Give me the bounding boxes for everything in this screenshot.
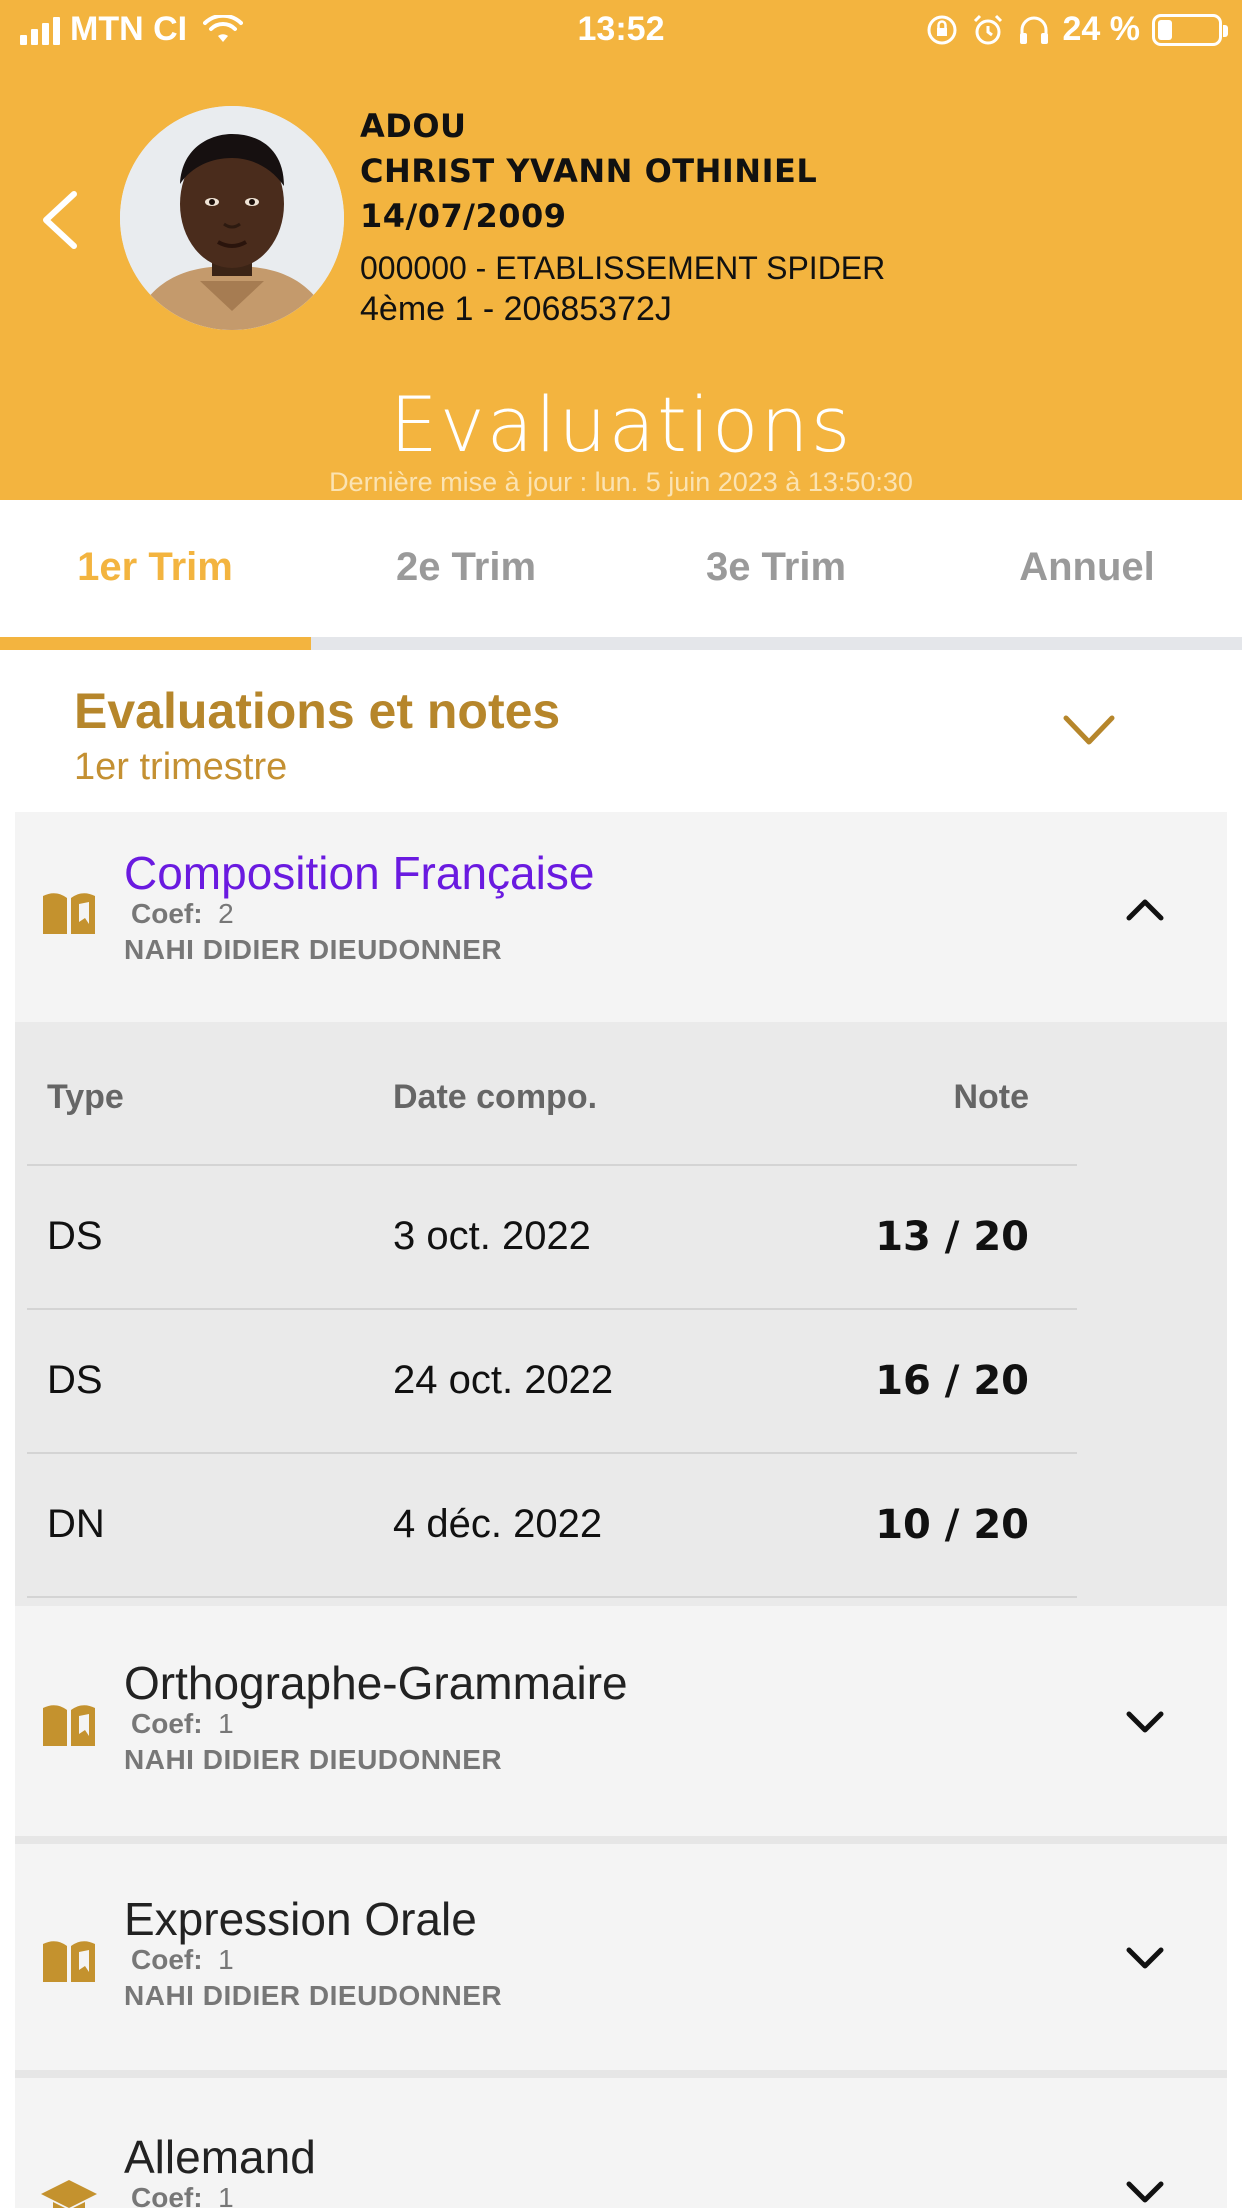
subject-teacher: NAHI DIDIER DIEUDONNER: [124, 1744, 503, 1775]
battery-icon: [1152, 13, 1228, 46]
subject-name: Allemand: [124, 2131, 316, 2183]
student-class: 4ème 1 - 20685372J: [360, 290, 672, 328]
coef-value: 1: [218, 2182, 234, 2208]
chevron-down-icon[interactable]: [1060, 710, 1118, 750]
subject-card-composition-francaise[interactable]: Composition Française Coef: 2 NAHI DIDIE…: [15, 812, 1227, 1022]
orientation-lock-icon: [927, 15, 956, 44]
section-title: Evaluations et notes: [74, 683, 561, 739]
student-profile: ADOU CHRIST YVANN OTHINIEL 14/07/2009 00…: [360, 104, 885, 329]
subject-teacher: NAHI DIDIER DIEUDONNER: [124, 934, 503, 965]
student-last-name: ADOU: [360, 107, 467, 145]
subject-coef: Coef: 1: [131, 1944, 234, 1976]
header-type: Type: [47, 1078, 124, 1116]
grade-type: DS: [47, 1214, 103, 1258]
coef-label: Coef:: [131, 1708, 203, 1739]
header-note: Note: [953, 1078, 1029, 1116]
subject-teacher: NAHI DIDIER DIEUDONNER: [124, 1980, 503, 2011]
grades-table: Type Date compo. Note DS 3 oct. 2022 13 …: [15, 1022, 1227, 1606]
grade-date: 3 oct. 2022: [393, 1214, 591, 1258]
book-icon: [43, 893, 95, 934]
subject-card-orthographe-grammaire[interactable]: Orthographe-Grammaire Coef: 1 NAHI DIDIE…: [15, 1606, 1227, 1836]
status-bar: MTN CI 13:52 24 %: [0, 0, 1242, 62]
grade-note: 13 / 20: [875, 1214, 1029, 1260]
student-first-names: CHRIST YVANN OTHINIEL: [360, 152, 818, 190]
book-icon: [43, 1705, 95, 1746]
grade-note: 10 / 20: [875, 1502, 1029, 1548]
subject-card-allemand[interactable]: Allemand Coef: 1: [15, 2078, 1227, 2208]
header-date: Date compo.: [393, 1078, 598, 1116]
tab-1er-trim[interactable]: 1er Trim: [0, 545, 310, 590]
grade-type: DS: [47, 1358, 103, 1402]
coef-value: 1: [218, 1708, 234, 1739]
coef-label: Coef:: [131, 1944, 203, 1975]
grades-header-row: Type Date compo. Note: [27, 1022, 1077, 1166]
coef-value: 1: [218, 1944, 234, 1975]
chevron-up-icon[interactable]: [1125, 896, 1165, 924]
student-birth-date: 14/07/2009: [360, 197, 567, 235]
grade-type: DN: [47, 1502, 105, 1546]
divider: [15, 2070, 1227, 2078]
subject-name: Expression Orale: [124, 1893, 477, 1945]
student-school: 000000 - ETABLISSEMENT SPIDER: [360, 250, 886, 286]
subject-name: Orthographe-Grammaire: [124, 1657, 628, 1709]
coef-label: Coef:: [131, 898, 203, 929]
avatar: [120, 106, 344, 330]
grade-note: 16 / 20: [875, 1358, 1029, 1404]
student-photo: [120, 106, 344, 330]
coef-value: 2: [218, 898, 234, 929]
tab-3e-trim[interactable]: 3e Trim: [621, 545, 931, 590]
chevron-down-icon[interactable]: [1125, 2178, 1165, 2206]
table-row: DN 4 déc. 2022 10 / 20: [27, 1454, 1077, 1598]
chevron-down-icon[interactable]: [1125, 1708, 1165, 1736]
subject-coef: Coef: 1: [131, 1708, 234, 1740]
alarm-icon: [973, 14, 1002, 44]
page-title: Evaluations: [389, 380, 853, 469]
book-icon: [43, 1941, 95, 1982]
header: MTN CI 13:52 24 % ADOU CHRIST YVANN OTHI…: [0, 0, 1242, 500]
subject-coef: Coef: 2: [131, 898, 234, 930]
section-subtitle: 1er trimestre: [74, 746, 288, 788]
section-header[interactable]: Evaluations et notes 1er trimestre: [74, 682, 560, 789]
graduation-cap-icon: [41, 2180, 97, 2208]
table-row: DS 24 oct. 2022 16 / 20: [27, 1310, 1077, 1454]
grade-date: 4 déc. 2022: [393, 1502, 603, 1546]
battery-percent: 24 %: [1062, 10, 1141, 48]
status-right: 24 %: [925, 10, 1228, 49]
back-arrow-icon[interactable]: [30, 180, 90, 260]
table-row: DS 3 oct. 2022 13 / 20: [27, 1166, 1077, 1310]
subject-coef: Coef: 1: [131, 2182, 234, 2208]
battery-level: [1158, 19, 1172, 40]
coef-label: Coef:: [131, 2182, 203, 2208]
divider: [15, 1836, 1227, 1844]
tab-active-indicator: [0, 637, 311, 650]
headphones-icon: [1019, 16, 1048, 44]
tab-annuel[interactable]: Annuel: [932, 545, 1242, 590]
last-update-text: Dernière mise à jour : lun. 5 juin 2023 …: [329, 467, 913, 497]
tab-2e-trim[interactable]: 2e Trim: [311, 545, 621, 590]
term-tabs: 1er Trim 2e Trim 3e Trim Annuel: [0, 505, 1242, 650]
subject-card-expression-orale[interactable]: Expression Orale Coef: 1 NAHI DIDIER DIE…: [15, 1844, 1227, 2070]
grade-date: 24 oct. 2022: [393, 1358, 614, 1402]
subject-name: Composition Française: [124, 847, 595, 899]
chevron-down-icon[interactable]: [1125, 1944, 1165, 1972]
